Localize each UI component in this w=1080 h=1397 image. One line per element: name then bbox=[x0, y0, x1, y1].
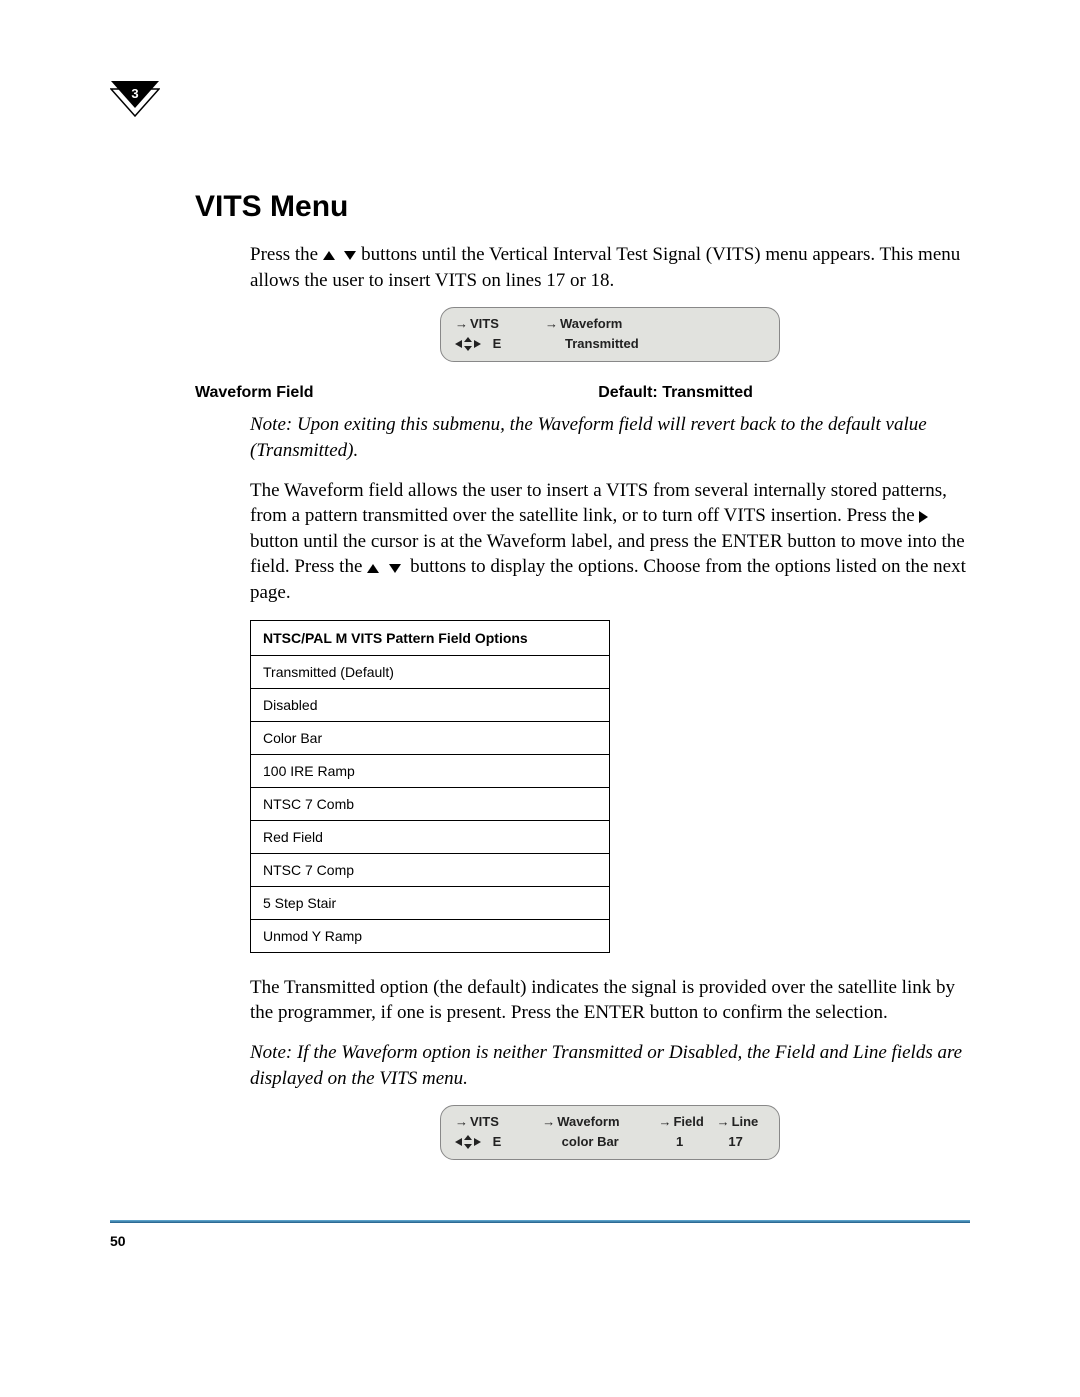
lcd2-value-waveform: color Bar bbox=[542, 1132, 658, 1152]
field-header-row: Waveform Field Default: Transmitted bbox=[250, 384, 970, 402]
table-row: NTSC 7 Comb bbox=[251, 787, 610, 820]
table-row: 100 IRE Ramp bbox=[251, 754, 610, 787]
lcd1-nav-icons: E bbox=[455, 334, 545, 354]
table-row: Red Field bbox=[251, 820, 610, 853]
note-1: Note: Upon exiting this submenu, the Wav… bbox=[250, 412, 970, 463]
intro-text-after: buttons until the Vertical Interval Test… bbox=[250, 244, 960, 291]
lcd1-menu: →VITS bbox=[455, 314, 545, 334]
para2-before: The Waveform field allows the user to in… bbox=[250, 480, 947, 527]
right-arrow-icon bbox=[919, 511, 928, 523]
table-row: NTSC 7 Comp bbox=[251, 853, 610, 886]
field-header-right: Default: Transmitted bbox=[598, 384, 753, 402]
lcd2-field-field: →Field bbox=[658, 1112, 716, 1132]
pattern-options-table: NTSC/PAL M VITS Pattern Field Options Tr… bbox=[250, 620, 610, 953]
lcd1-enter-label: E bbox=[493, 336, 502, 351]
intro-text-before: Press the bbox=[250, 244, 323, 265]
lcd2-nav-icons: E bbox=[455, 1132, 542, 1152]
transmitted-paragraph: The Transmitted option (the default) ind… bbox=[250, 975, 970, 1026]
lcd1-value-waveform: Transmitted bbox=[545, 334, 665, 354]
lcd2-menu: →VITS bbox=[455, 1112, 542, 1132]
section-title: VITS Menu bbox=[195, 190, 970, 224]
down-arrow-icon-2 bbox=[389, 564, 401, 573]
lcd2-field-line: →Line bbox=[717, 1112, 765, 1132]
waveform-field-paragraph: The Waveform field allows the user to in… bbox=[250, 478, 970, 606]
table-row: Disabled bbox=[251, 688, 610, 721]
lcd1-field-waveform: →Waveform bbox=[545, 314, 665, 334]
lcd-screen-1: →VITS →Waveform E Transmitted bbox=[440, 307, 780, 362]
down-arrow-icon bbox=[344, 251, 356, 260]
lcd-screen-2: →VITS →Waveform →Field →Line E color Bar… bbox=[440, 1105, 780, 1160]
table-row: Transmitted (Default) bbox=[251, 655, 610, 688]
table-row: Color Bar bbox=[251, 721, 610, 754]
nav-arrows-icon bbox=[455, 337, 489, 351]
lcd2-enter-label: E bbox=[493, 1134, 502, 1149]
field-header-left: Waveform Field bbox=[195, 384, 598, 402]
table-row: Unmod Y Ramp bbox=[251, 919, 610, 952]
lcd2-value-line: 17 bbox=[716, 1132, 765, 1152]
lcd2-field-waveform: →Waveform bbox=[542, 1112, 658, 1132]
chapter-number: 3 bbox=[110, 86, 160, 101]
note-2: Note: If the Waveform option is neither … bbox=[250, 1040, 970, 1091]
footer-rule bbox=[110, 1220, 970, 1223]
up-arrow-icon-2 bbox=[367, 564, 379, 573]
table-row: 5 Step Stair bbox=[251, 886, 610, 919]
up-arrow-icon bbox=[323, 251, 335, 260]
page-number: 50 bbox=[110, 1233, 970, 1249]
nav-arrows-icon bbox=[455, 1135, 489, 1149]
intro-paragraph: Press the buttons until the Vertical Int… bbox=[250, 242, 970, 293]
lcd2-value-field: 1 bbox=[658, 1132, 716, 1152]
chapter-badge: 3 bbox=[110, 80, 160, 130]
table-header: NTSC/PAL M VITS Pattern Field Options bbox=[251, 620, 610, 655]
